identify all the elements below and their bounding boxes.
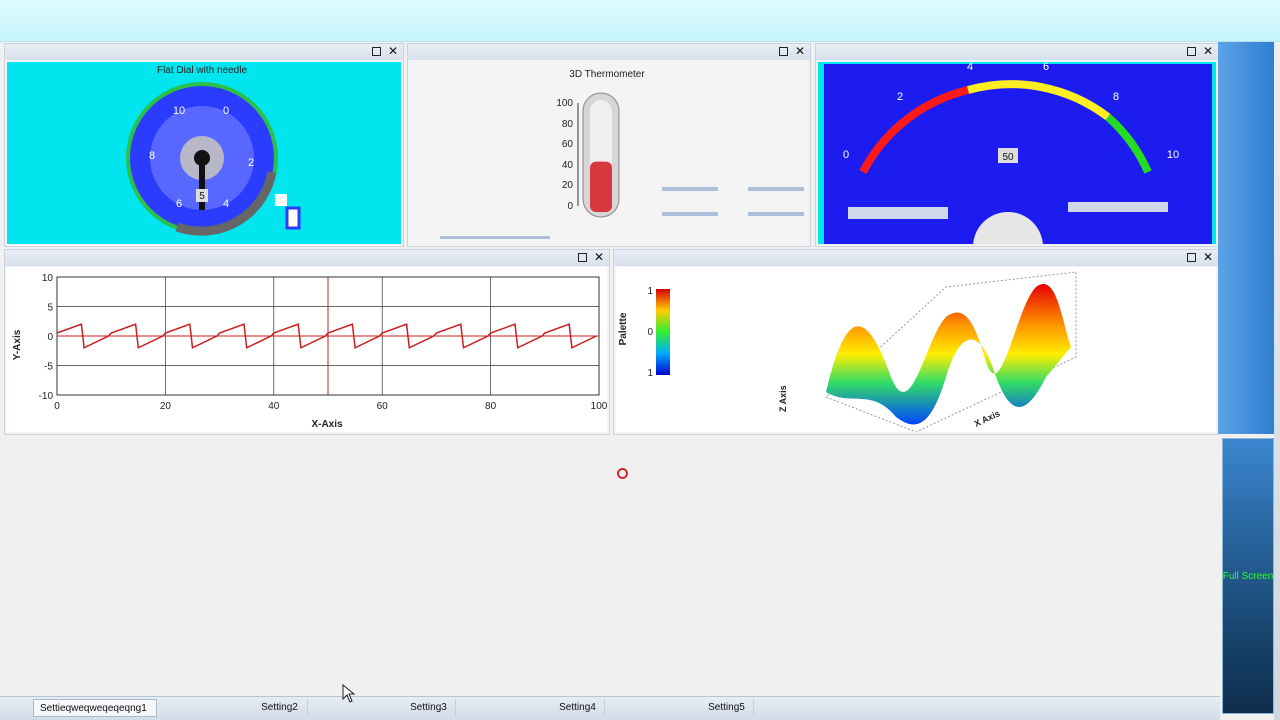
gauge-panel: ✕ 0 2 4 6 8 10 50 <box>815 43 1219 247</box>
y-tick-label: 10 <box>42 273 54 284</box>
svg-text:4: 4 <box>223 198 229 210</box>
full-screen-label: Full Screen <box>1222 570 1274 582</box>
dial-panel-header[interactable]: ✕ <box>5 44 403 60</box>
svg-text:20: 20 <box>562 180 574 191</box>
close-icon[interactable]: ✕ <box>387 45 399 58</box>
thermometer-panel-header[interactable]: ✕ <box>408 44 810 60</box>
svg-text:6: 6 <box>1043 62 1049 73</box>
surface-area: Palette 1 0 1 Z Axis X Axis <box>616 267 1216 432</box>
tab-setting1[interactable]: Settieqweqweqeqeqng1 <box>33 699 157 717</box>
svg-text:0: 0 <box>567 201 573 212</box>
svg-text:8: 8 <box>1113 91 1119 103</box>
svg-text:0: 0 <box>843 149 849 161</box>
tab-label: Setting5 <box>708 702 745 713</box>
y-tick-label: 5 <box>47 303 53 314</box>
line-chart-area: 0 20 40 60 80 100 10 5 0 -5 -10 Y-Axis X-Axis <box>7 267 607 432</box>
close-icon[interactable]: ✕ <box>1202 251 1214 264</box>
tab-label: Setting4 <box>559 702 596 713</box>
right-edge <box>1274 42 1280 720</box>
gauge-panel-header[interactable]: ✕ <box>816 44 1218 60</box>
svg-text:60: 60 <box>562 139 574 150</box>
arc-gauge: 0 2 4 6 8 10 50 <box>824 62 1212 244</box>
maximize-icon[interactable] <box>576 251 588 264</box>
x-tick-label: 20 <box>160 401 172 412</box>
surface-mesh <box>826 284 1071 425</box>
full-screen-button[interactable]: Full Screen <box>1222 438 1274 714</box>
svg-text:80: 80 <box>562 119 574 130</box>
thermometer: 3D Thermometer 100 80 60 40 20 0 <box>440 69 804 239</box>
dial-area: Flat Dial with needle 10 0 8 2 6 4 5 <box>7 62 401 244</box>
x-tick-label: 40 <box>268 401 280 412</box>
svg-text:4: 4 <box>967 62 973 73</box>
x-axis-label-3d: X Axis <box>973 408 1002 429</box>
svg-text:10: 10 <box>1167 149 1179 161</box>
y-tick-label: 0 <box>47 332 53 343</box>
tab-setting5[interactable]: Setting5 <box>700 699 754 717</box>
tab-setting4[interactable]: Setting4 <box>551 699 605 717</box>
dial-panel: ✕ Flat Dial with needle 10 0 8 2 6 4 5 <box>4 43 404 247</box>
y-axis-label: Y-Axis <box>12 329 23 360</box>
surface-plot: Palette 1 0 1 Z Axis X Axis <box>618 271 1077 432</box>
y-tick-label: -5 <box>44 362 53 373</box>
maximize-icon[interactable] <box>1185 45 1197 58</box>
thermometer-area: 3D Thermometer 100 80 60 40 20 0 <box>410 62 808 244</box>
thermometer-panel: ✕ 3D Thermometer 100 80 60 40 20 0 <box>407 43 811 247</box>
svg-text:8: 8 <box>149 150 155 162</box>
x-tick-label: 60 <box>377 401 389 412</box>
svg-text:2: 2 <box>897 91 903 103</box>
tab-label: Settieqweqweqeqeqng1 <box>40 703 147 714</box>
thermometer-title: 3D Thermometer <box>569 69 645 80</box>
svg-text:100: 100 <box>556 98 573 109</box>
settings-tab-bar: Settieqweqweqeqeqng1 Setting2 Setting3 S… <box>0 696 1220 720</box>
maximize-icon[interactable] <box>370 45 382 58</box>
surface-panel: ✕ Palette 1 0 1 Z Axis X Axis <box>613 249 1219 435</box>
tab-label: Setting2 <box>261 702 298 713</box>
gauge-area: 0 2 4 6 8 10 50 <box>818 62 1216 244</box>
tab-label: Setting3 <box>410 702 447 713</box>
close-icon[interactable]: ✕ <box>794 45 806 58</box>
title-bar <box>0 0 1280 42</box>
close-icon[interactable]: ✕ <box>593 251 605 264</box>
surface-panel-header[interactable]: ✕ <box>614 250 1218 266</box>
palette-bar <box>656 289 670 375</box>
line-chart: 0 20 40 60 80 100 10 5 0 -5 -10 Y-Axis X-Axis <box>12 273 607 430</box>
tab-setting2[interactable]: Setting2 <box>252 699 308 717</box>
svg-text:40: 40 <box>562 160 574 171</box>
line-chart-panel-header[interactable]: ✕ <box>5 250 609 266</box>
gauge-value: 50 <box>1002 152 1014 163</box>
side-strip <box>1218 42 1274 434</box>
line-chart-panel: ✕ 0 20 40 60 80 100 10 5 0 -5 -10 Y-Axis X-Axis <box>4 249 610 435</box>
close-icon[interactable]: ✕ <box>1202 45 1214 58</box>
svg-text:1: 1 <box>647 286 653 297</box>
svg-text:6: 6 <box>176 198 182 210</box>
svg-text:5: 5 <box>199 191 205 202</box>
y-tick-label: -10 <box>39 391 54 402</box>
svg-text:1: 1 <box>647 368 653 379</box>
svg-text:10: 10 <box>173 105 185 117</box>
flat-dial: Flat Dial with needle 10 0 8 2 6 4 5 <box>126 65 301 236</box>
maximize-icon[interactable] <box>1185 251 1197 264</box>
svg-text:0: 0 <box>223 105 229 117</box>
tab-setting3[interactable]: Setting3 <box>402 699 456 717</box>
cursor-ring-icon <box>617 468 628 479</box>
palette-label: Palette <box>618 312 629 345</box>
x-tick-label: 0 <box>54 401 60 412</box>
mouse-pointer-icon <box>342 684 356 703</box>
svg-text:2: 2 <box>248 157 254 169</box>
maximize-icon[interactable] <box>777 45 789 58</box>
x-tick-label: 80 <box>485 401 497 412</box>
x-tick-label: 100 <box>591 401 607 412</box>
x-axis-label: X-Axis <box>311 419 343 430</box>
svg-text:0: 0 <box>647 327 653 338</box>
thermometer-fill <box>590 161 612 212</box>
dial-title: Flat Dial with needle <box>157 65 247 76</box>
z-axis-label: Z Axis <box>778 385 788 412</box>
